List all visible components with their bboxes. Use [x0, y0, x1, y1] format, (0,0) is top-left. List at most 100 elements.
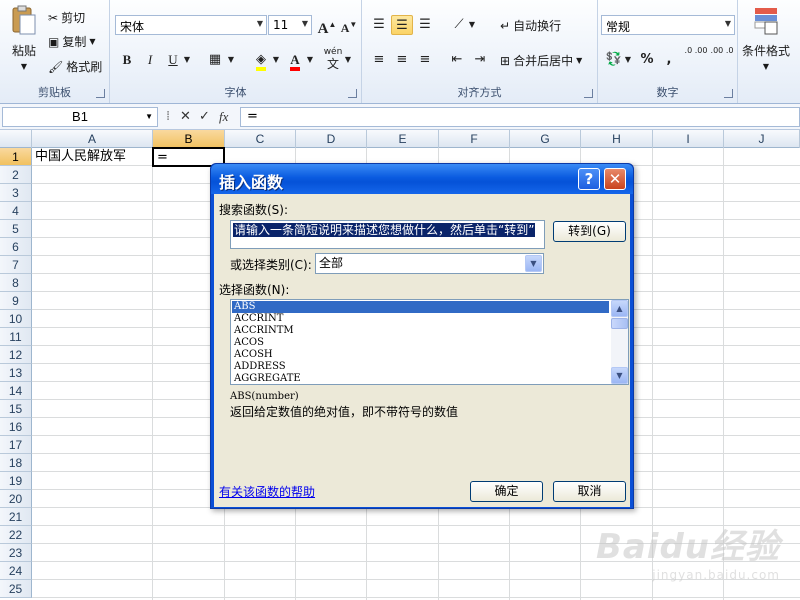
- cancel-entry-icon[interactable]: ✕: [180, 109, 191, 124]
- chevron-down-icon[interactable]: ▼: [302, 19, 308, 28]
- decrease-indent-button[interactable]: ⇤: [446, 50, 468, 70]
- row-header[interactable]: 11: [0, 328, 32, 346]
- chevron-down-icon[interactable]: ▼: [725, 19, 731, 28]
- paste-button[interactable]: 粘贴 ▼: [6, 4, 42, 71]
- font-size-combo[interactable]: 11 ▼: [268, 15, 312, 35]
- row-header[interactable]: 23: [0, 544, 32, 562]
- category-select[interactable]: 全部 ▼: [315, 253, 544, 274]
- row-header[interactable]: 4: [0, 202, 32, 220]
- copy-button[interactable]: ▣ 复制 ▼: [48, 33, 96, 50]
- align-right-button[interactable]: ≡: [414, 50, 436, 70]
- paste-dropdown-icon[interactable]: ▼: [21, 62, 27, 71]
- confirm-entry-icon[interactable]: ✓: [199, 109, 210, 124]
- column-header-h[interactable]: H: [581, 130, 653, 148]
- column-header-c[interactable]: C: [225, 130, 296, 148]
- row-header[interactable]: 6: [0, 238, 32, 256]
- fill-color-dropdown-icon[interactable]: ▼: [270, 50, 282, 70]
- row-header[interactable]: 1: [0, 148, 32, 166]
- wrap-text-button[interactable]: ↵ 自动换行: [500, 17, 561, 34]
- row-header[interactable]: 13: [0, 364, 32, 382]
- row-header[interactable]: 16: [0, 418, 32, 436]
- function-list-item[interactable]: AGGREGATE: [232, 373, 609, 385]
- row-header[interactable]: 3: [0, 184, 32, 202]
- row-header[interactable]: 21: [0, 508, 32, 526]
- row-header[interactable]: 14: [0, 382, 32, 400]
- number-format-combo[interactable]: 常规 ▼: [601, 15, 735, 35]
- insert-function-icon[interactable]: fx: [219, 109, 228, 125]
- function-list-item[interactable]: ACCRINTM: [232, 325, 609, 337]
- dialog-titlebar[interactable]: 插入函数 ? ✕: [211, 164, 633, 194]
- italic-button[interactable]: I: [139, 50, 161, 70]
- increase-indent-button[interactable]: ⇥: [469, 50, 491, 70]
- underline-dropdown-icon[interactable]: ▼: [181, 50, 193, 70]
- name-box[interactable]: B1 ▼: [2, 107, 158, 127]
- increase-decimal-button[interactable]: .0 .00: [684, 46, 708, 66]
- column-header-i[interactable]: I: [653, 130, 724, 148]
- chevron-down-icon[interactable]: ▼: [257, 19, 263, 28]
- column-header-g[interactable]: G: [510, 130, 581, 148]
- column-header-j[interactable]: J: [724, 130, 800, 148]
- row-header[interactable]: 25: [0, 580, 32, 598]
- merge-center-button[interactable]: ⊞ 合并后居中 ▼: [500, 52, 582, 69]
- row-header[interactable]: 18: [0, 454, 32, 472]
- resize-handle-icon[interactable]: ⁞: [166, 109, 170, 124]
- cell-a1[interactable]: 中国人民解放军: [32, 148, 126, 166]
- row-header[interactable]: 8: [0, 274, 32, 292]
- row-header[interactable]: 12: [0, 346, 32, 364]
- select-all-corner[interactable]: [0, 130, 32, 148]
- row-header[interactable]: 20: [0, 490, 32, 508]
- function-list-item[interactable]: ACCRINT: [232, 313, 609, 325]
- merge-dropdown-icon[interactable]: ▼: [576, 56, 582, 65]
- row-header[interactable]: 9: [0, 292, 32, 310]
- function-list-item[interactable]: ABS: [232, 301, 609, 313]
- cut-button[interactable]: ✂ 剪切: [48, 9, 85, 26]
- align-left-button[interactable]: ≡: [368, 50, 390, 70]
- row-header[interactable]: 19: [0, 472, 32, 490]
- currency-dropdown-icon[interactable]: ▼: [622, 50, 634, 70]
- column-header-f[interactable]: F: [439, 130, 510, 148]
- font-name-combo[interactable]: 宋体 ▼: [115, 15, 267, 35]
- phonetic-button[interactable]: wén 文: [322, 46, 344, 70]
- column-header-a[interactable]: A: [32, 130, 153, 148]
- phonetic-dropdown-icon[interactable]: ▼: [342, 50, 354, 70]
- row-header[interactable]: 22: [0, 526, 32, 544]
- row-header[interactable]: 7: [0, 256, 32, 274]
- column-header-b[interactable]: B: [153, 130, 225, 148]
- cancel-button[interactable]: 取消: [553, 481, 626, 502]
- ok-button[interactable]: 确定: [470, 481, 543, 502]
- format-painter-button[interactable]: 🖌 格式刷: [48, 58, 102, 75]
- grow-font-button[interactable]: A▲: [316, 15, 338, 37]
- scroll-down-icon[interactable]: ▼: [611, 367, 628, 384]
- orientation-dropdown-icon[interactable]: ▼: [466, 15, 478, 35]
- font-color-dropdown-icon[interactable]: ▼: [304, 50, 316, 70]
- font-color-button[interactable]: A: [284, 50, 306, 71]
- column-header-e[interactable]: E: [367, 130, 439, 148]
- row-header[interactable]: 5: [0, 220, 32, 238]
- help-icon[interactable]: ?: [578, 168, 600, 190]
- scrollbar-thumb[interactable]: [611, 318, 628, 329]
- goto-button[interactable]: 转到(G): [553, 221, 626, 242]
- align-center-button[interactable]: ≡: [391, 50, 413, 70]
- align-middle-button[interactable]: ☰: [391, 15, 413, 35]
- function-help-link[interactable]: 有关该函数的帮助: [219, 483, 315, 500]
- function-list-scrollbar[interactable]: ▲ ▼: [611, 300, 628, 384]
- align-bottom-button[interactable]: ☰: [414, 15, 436, 35]
- function-list-item[interactable]: ACOSH: [232, 349, 609, 361]
- font-launcher-icon[interactable]: [348, 89, 357, 98]
- alignment-launcher-icon[interactable]: [584, 89, 593, 98]
- shrink-font-button[interactable]: A▼: [338, 15, 360, 35]
- conditional-format-button[interactable]: 条件格式 ▼: [742, 6, 790, 71]
- column-header-d[interactable]: D: [296, 130, 367, 148]
- function-list[interactable]: ABS ACCRINT ACCRINTM ACOS ACOSH ADDRESS AGGREG…: [230, 299, 629, 385]
- function-list-item[interactable]: ADDRESS: [232, 361, 609, 373]
- close-icon[interactable]: ✕: [604, 168, 626, 190]
- row-header[interactable]: 10: [0, 310, 32, 328]
- align-top-button[interactable]: ☰: [368, 15, 390, 35]
- row-header[interactable]: 17: [0, 436, 32, 454]
- border-dropdown-icon[interactable]: ▼: [225, 50, 237, 70]
- row-header[interactable]: 2: [0, 166, 32, 184]
- search-function-input[interactable]: 请输入一条简短说明来描述您想做什么，然后单击“转到”: [230, 220, 545, 249]
- conditional-format-dropdown-icon[interactable]: ▼: [763, 62, 769, 71]
- row-header[interactable]: 24: [0, 562, 32, 580]
- scroll-up-icon[interactable]: ▲: [611, 300, 628, 317]
